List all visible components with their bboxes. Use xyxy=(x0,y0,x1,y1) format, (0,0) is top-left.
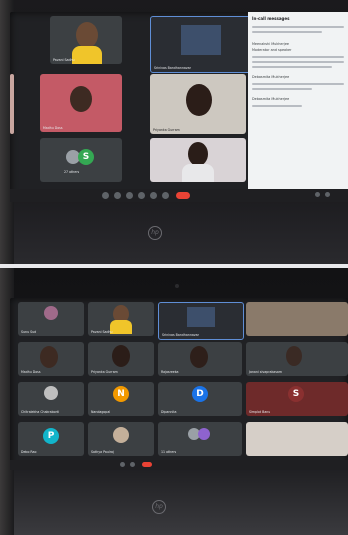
chat-line xyxy=(252,31,322,33)
participant-tile: Priyanka Gurram xyxy=(150,74,246,134)
laptop-photo-bottom: Sunu Sud Pavani Sadhu Srinivas Bandhanna… xyxy=(0,268,348,535)
captions-icon[interactable] xyxy=(126,192,133,199)
chat-line xyxy=(252,56,344,58)
participant-thumb xyxy=(44,306,58,320)
participant-tile: Janani sivaprakasam xyxy=(246,342,348,376)
participant-face xyxy=(190,346,208,368)
participant-name: Pavani Sadhu xyxy=(53,58,75,62)
others-tile[interactable]: 11 others xyxy=(158,422,242,456)
participant-name: Janani sivaprakasam xyxy=(249,370,282,374)
info-icon[interactable] xyxy=(315,192,320,197)
participant-video xyxy=(181,25,221,55)
chat-line xyxy=(252,105,302,107)
participant-name: Priyanka Gurram xyxy=(91,370,118,374)
participant-name: Nandagopal xyxy=(91,410,111,414)
chat-line xyxy=(252,83,344,85)
participant-name: Priyanka Gurram xyxy=(153,128,180,132)
participant-tile: Pavani Sadhu xyxy=(50,16,122,64)
participant-tile: Sathya Paulraj xyxy=(88,422,154,456)
meet-screen-bottom: Sunu Sud Pavani Sadhu Srinivas Bandhanna… xyxy=(10,298,348,470)
participant-name: Srinivas Bandhannavar xyxy=(154,66,191,70)
participant-thumb xyxy=(198,428,210,440)
participant-face xyxy=(188,142,208,166)
participant-tile: Chitralekha Chakraborti xyxy=(18,382,84,416)
participant-face xyxy=(70,86,92,112)
chat-line xyxy=(252,26,344,28)
mic-icon[interactable] xyxy=(102,192,109,199)
participant-shirt xyxy=(110,320,132,334)
others-count: 27 others xyxy=(64,170,80,174)
laptop-photo-top: Pavani Sadhu Srinivas Bandhannavar Madhu… xyxy=(0,0,348,265)
camera-icon[interactable] xyxy=(114,192,121,199)
participant-name: Pavani Sadhu xyxy=(91,330,113,334)
chat-line xyxy=(252,61,344,63)
participant-tile-partial xyxy=(246,302,348,336)
participant-avatar: N xyxy=(113,386,129,402)
participant-name: Simplot Banu xyxy=(249,410,271,414)
participant-avatar: S xyxy=(288,386,304,402)
others-count: 11 others xyxy=(161,450,177,454)
participant-tile: N Nandagopal xyxy=(88,382,154,416)
participant-shirt xyxy=(72,46,102,64)
participant-face xyxy=(286,346,302,366)
webcam-icon xyxy=(175,284,179,288)
hp-logo: hp xyxy=(148,226,162,240)
hp-logo: hp xyxy=(152,500,166,514)
participant-name: Rajasreeka xyxy=(161,370,179,374)
participant-name: Debo Rao xyxy=(21,450,37,454)
participant-name: Sathya Paulraj xyxy=(91,450,114,454)
participant-tile: S Simplot Banu xyxy=(246,382,348,416)
mic-icon[interactable] xyxy=(120,462,125,467)
participant-tile-active: Srinivas Bandhannavar xyxy=(158,302,244,340)
meet-toolbar xyxy=(10,460,348,470)
participant-tile: Priyanka Gurram xyxy=(88,342,154,376)
chat-line xyxy=(252,66,332,68)
participant-tile: Madhu Doss xyxy=(18,342,84,376)
participant-name: Madhu Doss xyxy=(21,370,41,374)
chat-title: In-call messages xyxy=(252,16,290,21)
raise-hand-icon[interactable] xyxy=(138,192,145,199)
others-tile[interactable]: S 27 others xyxy=(40,138,122,182)
meet-toolbar xyxy=(10,189,348,202)
present-icon[interactable] xyxy=(150,192,157,199)
participant-thumb xyxy=(44,386,58,400)
people-icon[interactable] xyxy=(325,192,330,197)
meet-screen-top: Pavani Sadhu Srinivas Bandhannavar Madhu… xyxy=(10,12,348,202)
participant-avatar: P xyxy=(43,428,59,444)
participant-tile: Rajasreeka xyxy=(158,342,242,376)
chat-message: Moderator and speaker xyxy=(252,48,292,52)
participant-name: Sunu Sud xyxy=(21,330,37,334)
participant-shirt xyxy=(182,164,214,182)
participant-face xyxy=(76,22,98,48)
participant-face xyxy=(112,345,130,367)
participant-tile xyxy=(150,138,246,182)
participant-tile: D Dipannita xyxy=(158,382,242,416)
end-call-button[interactable] xyxy=(176,192,190,199)
participant-name: Srinivas Bandhannavar xyxy=(162,333,199,337)
participant-video xyxy=(187,307,215,327)
participant-tile-active: Srinivas Bandhannavar xyxy=(150,16,254,73)
chat-line xyxy=(252,88,312,90)
more-options-icon[interactable] xyxy=(162,192,169,199)
chat-panel: In-call messages Meenakshi Mukherjee Mod… xyxy=(248,12,348,190)
camera-icon[interactable] xyxy=(130,462,135,467)
chat-sender: Debasmita Mukherjee xyxy=(252,97,290,101)
participant-name: Dipannita xyxy=(161,410,177,414)
participant-tile: P Debo Rao xyxy=(18,422,84,456)
participant-name: Madhu Doss xyxy=(43,126,63,130)
participant-tile-partial xyxy=(246,422,348,456)
participant-tile: Pavani Sadhu xyxy=(88,302,154,336)
participant-avatar: D xyxy=(192,386,208,402)
participant-tile: Madhu Doss xyxy=(40,74,122,132)
participant-name: Chitralekha Chakraborti xyxy=(21,410,60,414)
participant-tile: Sunu Sud xyxy=(18,302,84,336)
chat-sender: Debasmita Mukherjee xyxy=(252,75,290,79)
participant-face xyxy=(186,84,212,116)
participant-thumb xyxy=(113,427,129,443)
others-avatar: S xyxy=(78,149,94,165)
participant-tile-partial xyxy=(10,74,14,134)
participant-face xyxy=(40,346,58,368)
end-call-button[interactable] xyxy=(142,462,152,467)
